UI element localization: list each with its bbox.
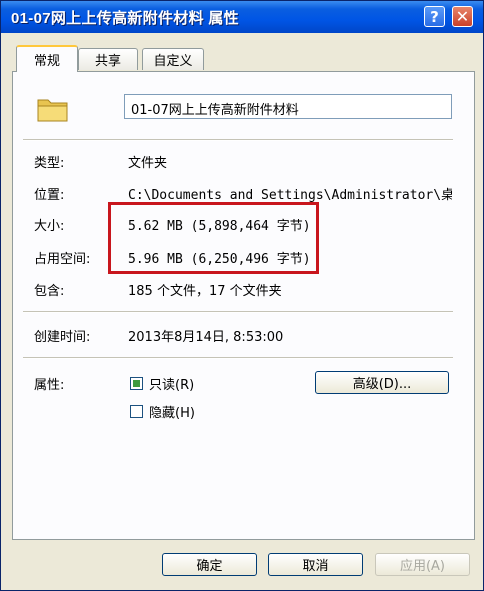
divider — [23, 357, 453, 359]
readonly-label[interactable]: 只读(R) — [149, 374, 194, 393]
advanced-button[interactable]: 高级(D)... — [315, 371, 449, 394]
close-icon: ✕ — [455, 7, 470, 26]
location-value: C:\Documents and Settings\Administrator\… — [128, 188, 452, 203]
general-tab-panel — [12, 71, 475, 540]
help-icon: ? — [430, 7, 439, 26]
size-label: 大小: — [34, 219, 65, 234]
ok-button[interactable]: 确定 — [162, 553, 257, 576]
tab-customize[interactable]: 自定义 — [142, 48, 204, 70]
attributes-label: 属性: — [34, 378, 65, 393]
folder-icon — [37, 99, 68, 122]
created-value: 2013年8月14日, 8:53:00 — [128, 330, 284, 345]
contains-value: 185 个文件，17 个文件夹 — [128, 284, 282, 299]
created-label: 创建时间: — [34, 330, 91, 345]
properties-window: 01-07网上上传高新附件材料 属性 ? ✕ 常规 共享 自定义 01-07网上… — [0, 0, 484, 591]
help-button[interactable]: ? — [424, 6, 445, 27]
close-button[interactable]: ✕ — [452, 6, 473, 27]
apply-button[interactable]: 应用(A) — [375, 553, 470, 576]
divider — [23, 139, 453, 141]
hidden-label[interactable]: 隐藏(H) — [149, 402, 195, 421]
location-label: 位置: — [34, 188, 65, 203]
tab-general[interactable]: 常规 — [16, 45, 78, 72]
cancel-button[interactable]: 取消 — [268, 553, 363, 576]
window-title: 01-07网上上传高新附件材料 属性 — [11, 10, 239, 27]
readonly-checkbox[interactable] — [130, 377, 143, 390]
disk-size-label: 占用空间: — [34, 252, 91, 267]
contains-label: 包含: — [34, 284, 65, 299]
type-label: 类型: — [34, 156, 65, 171]
type-value: 文件夹 — [128, 156, 168, 171]
tab-sharing[interactable]: 共享 — [78, 48, 138, 70]
divider — [23, 311, 453, 313]
hidden-checkbox[interactable] — [130, 405, 143, 418]
title-bar[interactable]: 01-07网上上传高新附件材料 属性 ? ✕ — [1, 1, 483, 33]
highlight-box — [108, 202, 319, 274]
folder-name-input[interactable]: 01-07网上上传高新附件材料 — [124, 94, 452, 119]
